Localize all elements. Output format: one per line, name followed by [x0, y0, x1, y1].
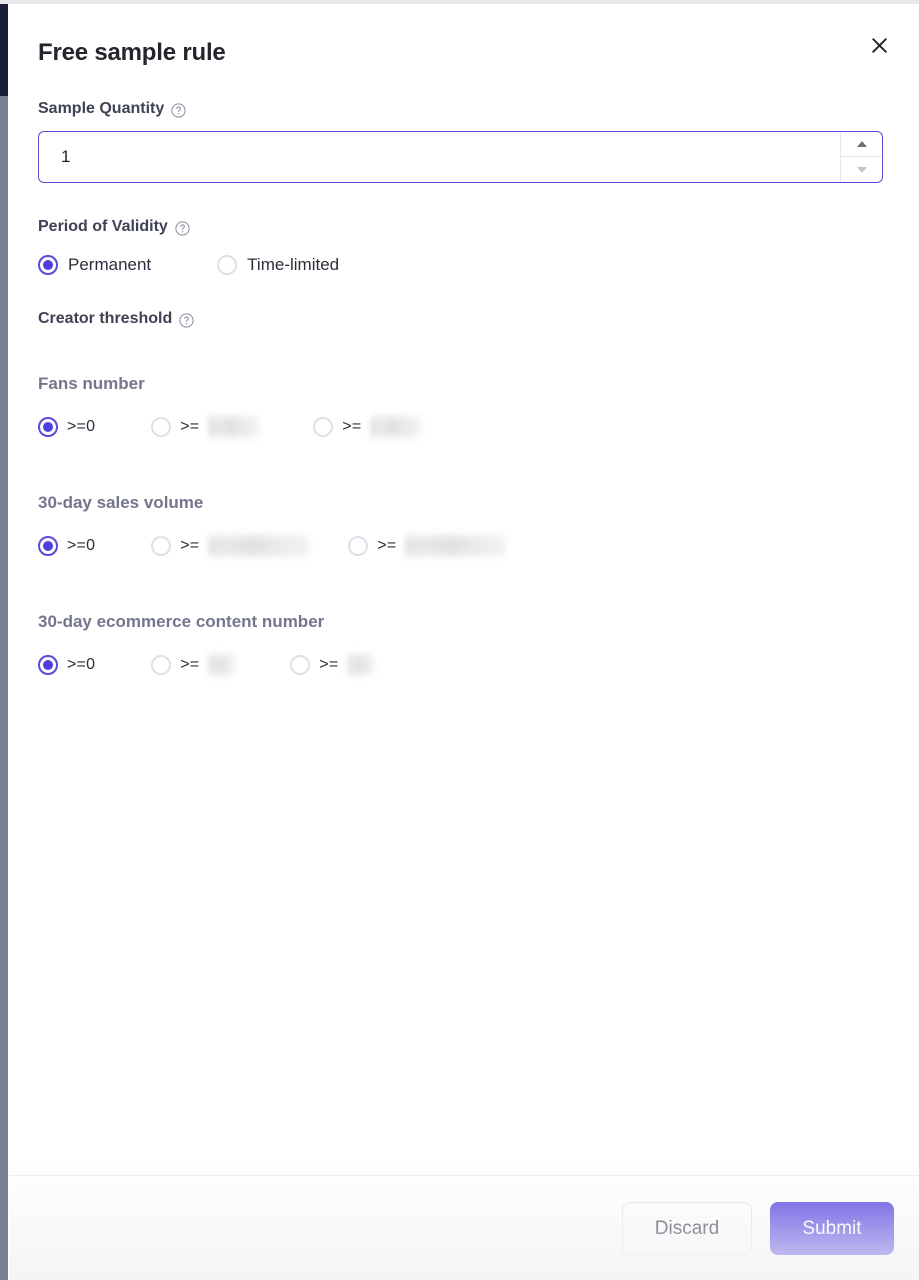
radio-permanent[interactable]: Permanent [38, 255, 151, 275]
close-icon[interactable] [864, 30, 894, 60]
redacted-value [370, 414, 422, 440]
redacted-value [208, 414, 260, 440]
ecommerce-content-number-radio-group: >=0 >= >= [38, 652, 889, 678]
stepper-controls [840, 132, 882, 182]
fans-number-option-0[interactable]: >=0 [38, 417, 95, 437]
fans-number-option-2[interactable]: >= [313, 414, 422, 440]
radio-mark [151, 536, 172, 556]
fans-number-option-1-operator: >= [180, 418, 200, 435]
redacted-value [208, 652, 236, 678]
radio-mark [38, 255, 58, 275]
page-title: Free sample rule [38, 39, 226, 66]
period-of-validity-label: Period of Validity [38, 218, 168, 235]
radio-time-limited[interactable]: Time-limited [217, 255, 339, 275]
chevron-up-icon[interactable] [841, 132, 882, 157]
sample-quantity-label: Sample Quantity [38, 100, 165, 117]
free-sample-rule-modal: Free sample rule Sample Quantity 1 Perio… [9, 4, 919, 1280]
sales-volume-label: 30-day sales volume [38, 493, 204, 512]
sales-volume-option-1[interactable]: >= [151, 533, 310, 559]
sample-quantity-label-row: Sample Quantity [38, 99, 889, 119]
radio-mark [38, 536, 58, 556]
ecommerce-content-option-2[interactable]: >= [290, 652, 375, 678]
fans-number-label: Fans number [38, 374, 145, 393]
radio-mark [348, 536, 369, 556]
fans-number-radio-group: >=0 >= >= [38, 414, 889, 440]
chevron-down-icon[interactable] [841, 157, 882, 182]
sales-volume-option-0-operator: >=0 [67, 537, 96, 554]
radio-mark [38, 655, 58, 675]
sales-volume-option-1-operator: >= [180, 537, 200, 554]
radio-mark [217, 255, 238, 275]
help-circle-icon[interactable] [179, 312, 194, 328]
sales-volume-option-0[interactable]: >=0 [38, 536, 95, 556]
ecommerce-content-option-1-operator: >= [180, 656, 200, 673]
radio-permanent-label: Permanent [68, 255, 152, 274]
submit-button[interactable]: Submit [770, 1201, 894, 1255]
ecommerce-content-number-label: 30-day ecommerce content number [38, 612, 325, 631]
help-circle-icon[interactable] [171, 102, 186, 118]
ecommerce-content-option-1[interactable]: >= [151, 652, 236, 678]
redacted-value [405, 533, 507, 559]
fans-number-option-0-operator: >=0 [67, 418, 96, 435]
radio-mark [151, 655, 172, 675]
creator-threshold-label: Creator threshold [38, 310, 173, 327]
radio-mark [151, 417, 172, 437]
sample-quantity-input[interactable] [39, 132, 840, 182]
ecommerce-content-option-2-operator: >= [319, 656, 339, 673]
sales-volume-radio-group: >=0 >= >= [38, 533, 889, 559]
sales-volume-option-2[interactable]: >= [348, 533, 507, 559]
app-sidebar-rail [0, 0, 8, 1280]
redacted-value [208, 533, 310, 559]
period-of-validity-radio-group: Permanent Time-limited [38, 255, 889, 275]
redacted-value [347, 652, 375, 678]
screen: Free sample rule Sample Quantity 1 Perio… [0, 0, 919, 1280]
fans-number-option-1[interactable]: >= [151, 414, 260, 440]
radio-time-limited-label: Time-limited [247, 255, 340, 274]
radio-mark [290, 655, 311, 675]
creator-threshold-label-row: Creator threshold [38, 309, 889, 329]
fans-number-option-2-operator: >= [342, 418, 362, 435]
modal-body: Sample Quantity 1 Period of Validity Per… [9, 68, 919, 1175]
discard-button[interactable]: Discard [622, 1201, 752, 1255]
modal-header: Free sample rule [9, 4, 919, 68]
app-sidebar-rail-active [0, 4, 8, 96]
sample-quantity-stepper[interactable] [38, 131, 883, 183]
ecommerce-content-option-0-operator: >=0 [67, 656, 96, 673]
modal-footer: Discard Submit [9, 1175, 919, 1280]
radio-mark [313, 417, 334, 437]
radio-mark [38, 417, 58, 437]
period-of-validity-label-row: Period of Validity [38, 217, 889, 237]
ecommerce-content-option-0[interactable]: >=0 [38, 655, 95, 675]
help-circle-icon[interactable] [175, 220, 190, 236]
sales-volume-option-2-operator: >= [377, 537, 397, 554]
